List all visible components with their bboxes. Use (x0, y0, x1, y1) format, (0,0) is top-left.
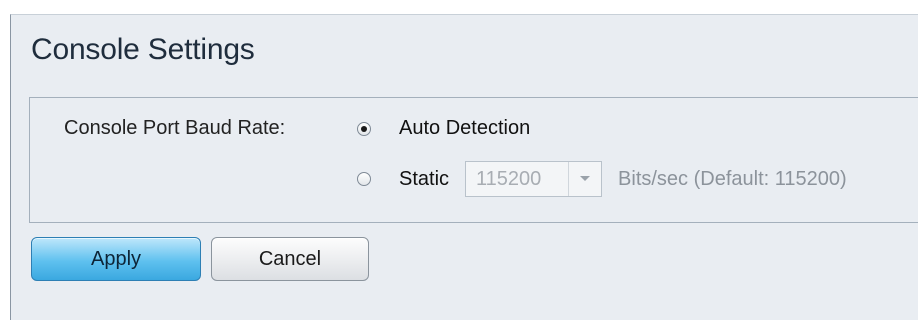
settings-panel: Console Settings Console Port Baud Rate:… (10, 14, 918, 320)
auto-detection-radio[interactable] (357, 121, 371, 136)
apply-button[interactable]: Apply (31, 237, 201, 281)
baud-rate-group: Console Port Baud Rate: Auto Detection S… (29, 97, 918, 223)
cancel-button[interactable]: Cancel (211, 237, 369, 281)
chevron-down-icon[interactable] (568, 162, 601, 196)
baud-rate-select-value: 115200 (466, 167, 565, 191)
static-option[interactable]: Static 115200 Bits/sec (Default: 115200) (357, 161, 847, 197)
auto-detection-label[interactable]: Auto Detection (399, 117, 530, 140)
page-title: Console Settings (31, 33, 255, 66)
baud-rate-label: Console Port Baud Rate: (64, 117, 286, 139)
static-radio[interactable] (357, 172, 371, 186)
baud-rate-select[interactable]: 115200 (465, 161, 603, 197)
static-label[interactable]: Static (399, 168, 449, 191)
auto-detection-option[interactable]: Auto Detection (357, 117, 530, 140)
baud-rate-hint: Bits/sec (Default: 115200) (618, 167, 847, 190)
